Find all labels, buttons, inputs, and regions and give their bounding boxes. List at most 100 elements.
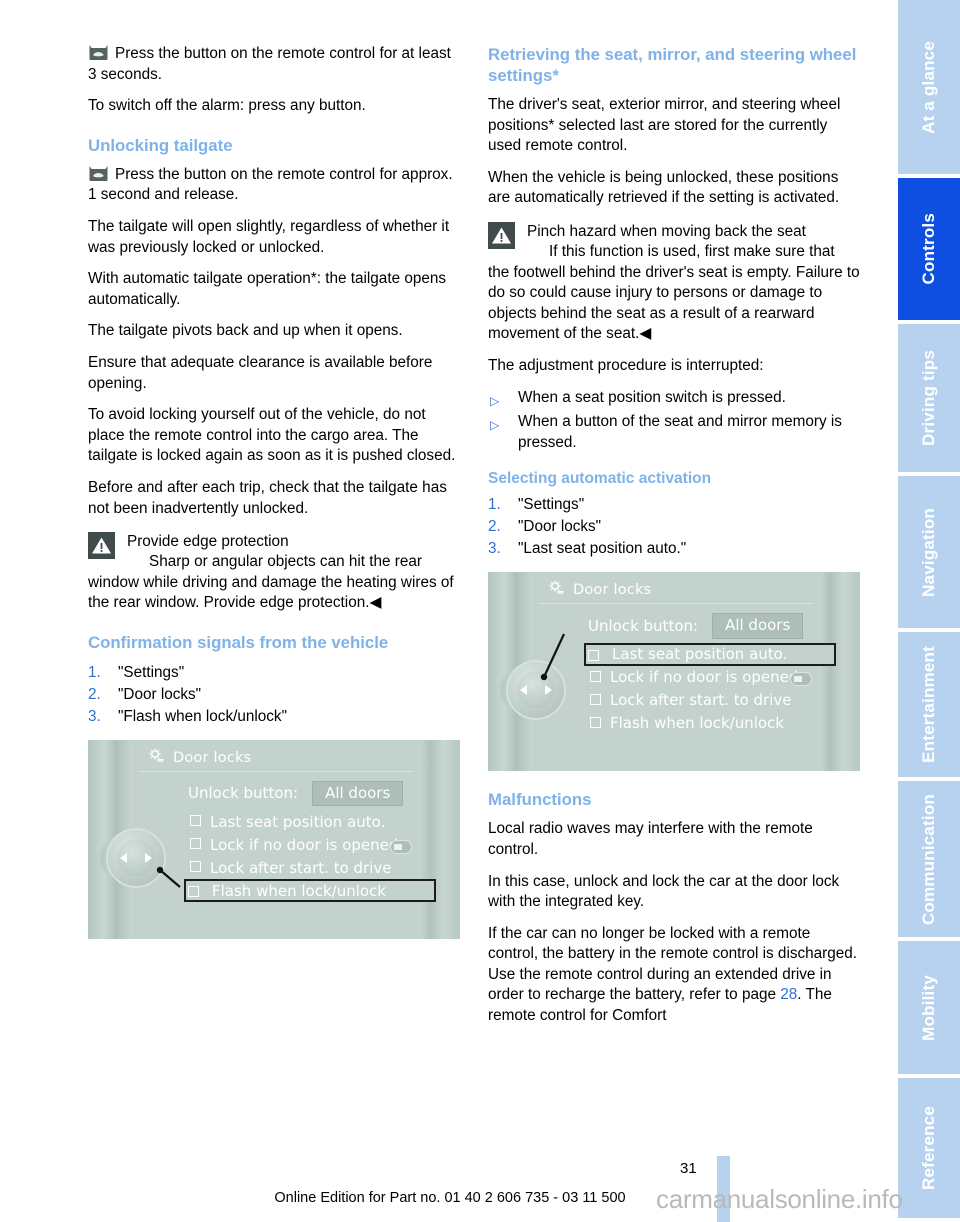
step-number: 3. [488,540,501,558]
idrive-title-separator [538,603,814,605]
idrive-option-lock-if-no-door-opened[interactable]: Lock if no door is opened [588,666,814,689]
knob-arrow-right-icon [545,685,552,696]
idrive-unlock-value[interactable]: All doors [312,780,404,807]
idrive-controller-knob[interactable] [100,826,174,888]
idrive-option-last-seat-position[interactable]: Last seat position auto. [188,810,414,833]
paragraph-ensure-clearance: Ensure that adequate clearance is availa… [88,353,433,392]
idrive-option-lock-after-start[interactable]: Lock after start. to drive [588,689,814,712]
triangle-bullet-icon: ▷ [490,393,500,408]
page-reference-link[interactable]: 28 [780,986,797,1003]
heading-unlocking-tailgate: Unlocking tailgate [88,135,233,155]
section-sidebar: At a glance Controls Driving tips Naviga… [898,0,960,1222]
warning-text: Sharp or angular objects can hit the rea… [88,553,454,612]
step-label: "Flash when lock/unlock" [118,707,288,725]
idrive-right-bezel [798,572,860,772]
checkbox-icon[interactable] [188,886,199,898]
remote-tailgate-button-icon [88,165,109,182]
paragraph-text: Press the button on the remote control f… [88,45,451,83]
page-number: 31 [680,1160,697,1177]
list-item: 1. "Settings" [88,662,460,684]
gear-icon [548,579,565,602]
sidebar-tab-label: Navigation [919,507,938,597]
step-number: 1. [88,663,101,681]
checkbox-icon[interactable] [590,716,601,728]
sidebar-tab-at-a-glance[interactable]: At a glance [898,0,960,174]
idrive-option-rows: Unlock button: All doors Last seat posit… [184,780,436,903]
step-number: 2. [88,685,101,703]
checkbox-icon[interactable] [590,670,601,682]
checkbox-icon[interactable] [190,838,201,850]
bullet-list-interrupt-conditions: ▷ When a seat position switch is pressed.… [488,388,860,454]
sidebar-tab-label: Entertainment [919,646,938,764]
checkbox-icon[interactable] [588,649,599,661]
idrive-side-button-icon[interactable] [790,672,812,687]
warning-edge-protection: Provide edge protection Sharp or angular… [88,530,460,614]
idrive-unlock-value[interactable]: All doors [712,613,804,639]
step-label: "Settings" [518,496,585,514]
idrive-option-flash-when-lock-unlock[interactable]: Flash when lock/unlock [184,879,436,903]
checkbox-icon[interactable] [190,815,201,827]
idrive-option-flash-when-lock-unlock[interactable]: Flash when lock/unlock [588,712,814,735]
list-item: ▷ When a button of the seat and mirror me… [488,412,860,453]
knob-arrow-left-icon [520,685,527,696]
step-number: 2. [488,518,501,536]
step-label: "Door locks" [518,518,602,536]
idrive-title-separator [138,770,414,772]
paragraph-battery-discharged: If the car can no longer be locked with … [488,924,860,1027]
idrive-title: Door locks [173,749,252,766]
left-margin-spine [0,0,10,1222]
idrive-controller-knob[interactable] [500,658,574,720]
paragraph-press-button-1-second: Press the button on the remote control f… [88,165,460,206]
idrive-option-label: Last seat position auto. [210,812,386,831]
paragraph-avoid-locking-out: To avoid locking yourself out of the veh… [88,406,456,465]
bullet-label: When a button of the seat and mirror mem… [518,413,842,451]
idrive-option-rows: Unlock button: All doors Last seat posit… [584,613,836,735]
sidebar-tab-entertainment[interactable]: Entertainment [898,632,960,778]
idrive-option-label: Last seat position auto. [612,645,788,664]
sidebar-tab-label: Mobility [919,974,938,1041]
warning-triangle-icon [488,221,515,249]
paragraph-before-after-each-trip: Before and after each trip, check that t… [88,478,447,517]
sidebar-tab-label: At a glance [919,40,938,134]
warning-text: If this function is used, first make sur… [488,242,860,343]
left-text-column: Press the button on the remote control f… [88,44,460,949]
sidebar-tab-reference[interactable]: Reference [898,1078,960,1218]
idrive-option-lock-after-start[interactable]: Lock after start. to drive [188,856,414,879]
idrive-title: Door locks [573,582,652,599]
paragraph-automatic-tailgate-operation: With automatic tailgate operation*: the … [88,270,446,308]
warning-triangle-icon [88,532,115,560]
idrive-option-label: Flash when lock/unlock [212,881,386,900]
checkbox-icon[interactable] [590,693,601,705]
paragraph-tailgate-pivots: The tailgate pivots back and up when it … [88,322,403,340]
idrive-screen: Door locks Unlock button: All doors Last… [532,572,836,772]
paragraph-text: Press the button on the remote control f… [88,165,453,204]
checkbox-icon[interactable] [190,861,201,873]
step-label: "Settings" [118,663,185,681]
idrive-unlock-label: Unlock button: [188,784,299,803]
sidebar-tab-communication[interactable]: Communication [898,781,960,938]
paragraph-local-radio-waves: Local radio waves may interfere with the… [488,820,813,858]
paragraph-switch-off-alarm: To switch off the alarm: press any butto… [88,97,366,115]
list-item: 2. "Door locks" [88,684,460,706]
heading-retrieving-settings: Retrieving the seat, mirror, and steerin… [488,45,857,85]
idrive-option-label: Lock after start. to drive [610,691,792,710]
idrive-unlock-button-row[interactable]: Unlock button: All doors [588,613,814,639]
idrive-option-last-seat-position[interactable]: Last seat position auto. [584,642,836,666]
idrive-side-button-icon[interactable] [390,839,412,854]
idrive-option-label: Lock if no door is opened [610,668,799,687]
sidebar-tab-controls[interactable]: Controls [898,177,960,320]
idrive-header: Door locks [148,747,251,770]
idrive-option-label: Flash when lock/unlock [610,714,784,733]
sidebar-tab-mobility[interactable]: Mobility [898,941,960,1075]
idrive-option-lock-if-no-door-opened[interactable]: Lock if no door is opened [188,833,414,856]
idrive-screenshot-door-locks-flash: Door locks Unlock button: All doors Last… [88,739,460,939]
sidebar-tab-navigation[interactable]: Navigation [898,476,960,629]
sidebar-tab-driving-tips[interactable]: Driving tips [898,323,960,473]
sidebar-tab-label: Controls [919,213,938,285]
steps-confirmation-signals: 1. "Settings" 2. "Door locks" 3. "Flash whe… [88,662,460,728]
idrive-unlock-label: Unlock button: [588,616,699,635]
idrive-screenshot-door-locks-last-seat: Door locks Unlock button: All doors Last… [488,572,860,772]
idrive-unlock-button-row[interactable]: Unlock button: All doors [188,780,414,807]
paragraph-adjustment-interrupted: The adjustment procedure is interrupted: [488,356,764,374]
right-text-column: Retrieving the seat, mirror, and steerin… [488,44,860,1038]
